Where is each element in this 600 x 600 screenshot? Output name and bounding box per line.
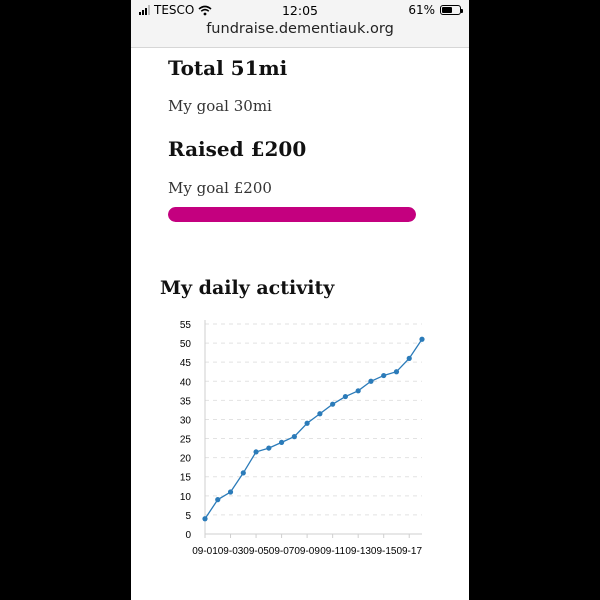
battery-icon [440,5,463,15]
distance-goal: My goal 30mi [168,97,272,115]
y-tick-label: 50 [180,339,192,350]
phone-screen: TESCO 12:05 61% fundraise.dementiauk.org… [131,0,469,600]
data-point [215,497,221,503]
x-tick-label: 09-01 [192,546,218,557]
data-point [278,439,285,445]
progress-fill [168,207,416,222]
data-point [355,388,361,394]
x-tick-label: 09-07 [269,546,295,557]
data-point [330,401,336,407]
series-line [204,338,423,520]
y-tick-label: 25 [180,435,192,446]
data-point [304,420,310,426]
data-point [240,470,246,476]
y-tick-label: 30 [180,415,192,426]
y-tick-label: 20 [180,454,192,465]
data-point [419,336,425,342]
data-point [393,369,400,375]
y-tick-label: 55 [180,320,192,331]
activity-title: My daily activity [160,277,335,299]
x-tick-label: 09-13 [345,546,371,557]
x-tick-label: 09-09 [294,546,320,557]
data-point [291,434,297,440]
x-tick-label: 09-05 [243,546,269,557]
y-tick-label: 0 [185,530,191,541]
money-goal: My goal £200 [168,179,272,197]
address-bar[interactable]: fundraise.dementiauk.org [131,21,469,37]
battery-group: 61% [408,3,463,17]
x-tick-label: 09-17 [396,546,422,557]
y-tick-label: 10 [180,492,192,503]
daily-activity-chart: 051015202530354045505509-01 09-03 09-05 09-… [180,320,425,557]
y-tick-label: 15 [180,473,192,484]
data-point [381,372,387,379]
data-point [253,449,259,455]
status-bar: TESCO 12:05 61% fundraise.dementiauk.org [131,0,469,48]
y-tick-label: 40 [180,377,192,388]
data-point [266,445,272,451]
y-tick-label: 35 [180,396,192,407]
y-tick-label: 5 [185,511,191,522]
fundraising-progress-bar [168,207,416,222]
x-tick-label: 09-03 [218,546,244,557]
battery-percent: 61% [408,3,435,17]
data-point [406,355,412,361]
data-point [342,393,349,400]
x-tick-label: 09-15 [371,546,397,557]
data-point [317,411,323,417]
data-point [202,516,208,522]
amount-raised: Raised £200 [168,137,307,161]
data-point [227,489,234,495]
x-tick-label: 09-11 [320,546,345,557]
total-distance: Total 51mi [168,56,288,80]
y-tick-label: 45 [180,358,192,369]
data-point [368,378,374,384]
